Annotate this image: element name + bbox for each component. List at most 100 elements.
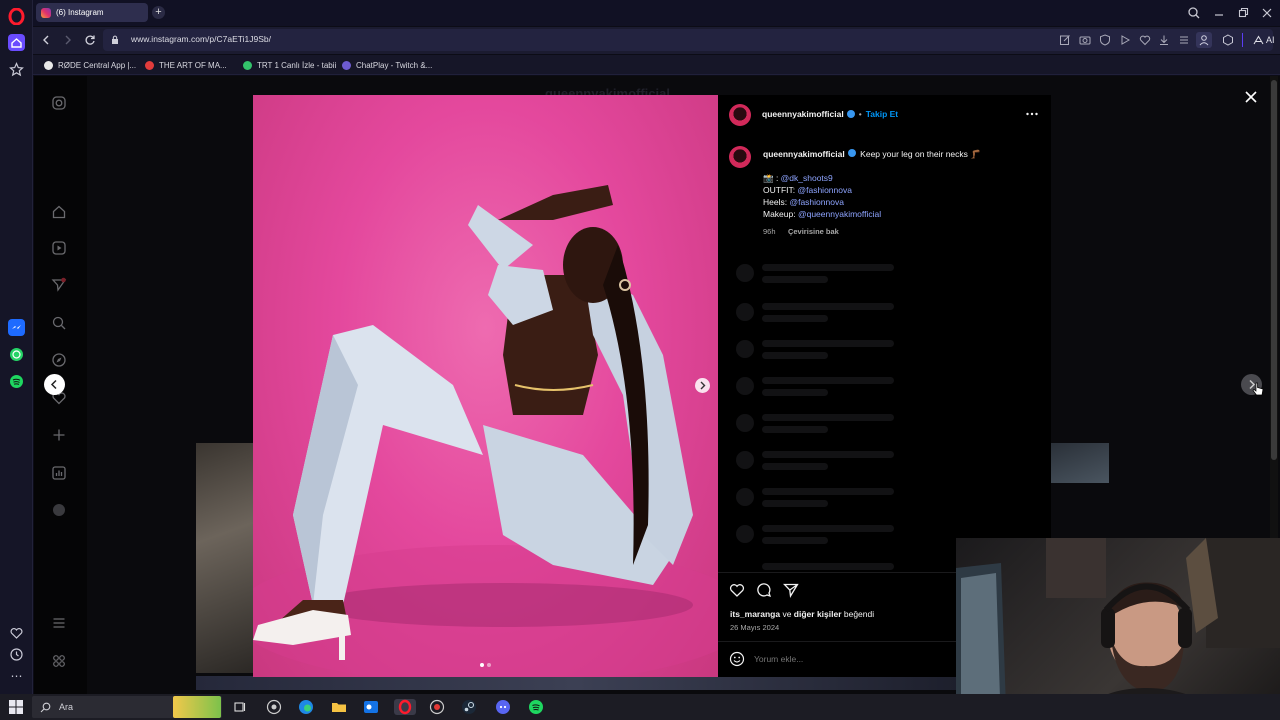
- create-plus-icon[interactable]: [51, 427, 67, 443]
- opera-taskbar-icon[interactable]: [394, 699, 416, 715]
- menu-lines-icon[interactable]: [1178, 34, 1190, 46]
- reload-icon[interactable]: [83, 33, 97, 47]
- more-sidebar-icon[interactable]: ⋯: [8, 668, 25, 685]
- search-icon: [40, 702, 51, 712]
- profile-icon[interactable]: [1196, 32, 1212, 48]
- bookmarks-star-icon[interactable]: [8, 61, 25, 78]
- more-menu-icon[interactable]: [51, 615, 67, 631]
- mention-link[interactable]: @queennyakimofficial: [798, 209, 881, 219]
- chrome-like-app-icon[interactable]: [266, 699, 282, 715]
- download-icon[interactable]: [1158, 34, 1170, 46]
- back-icon[interactable]: [39, 33, 53, 47]
- opera-sidebar: ⋯: [0, 0, 33, 694]
- restore-icon[interactable]: [1235, 5, 1251, 21]
- carousel-dot: [487, 663, 491, 667]
- bookmark-art-of-ma[interactable]: THE ART OF MA...: [145, 60, 227, 71]
- favorites-heart-icon[interactable]: [8, 625, 25, 642]
- url-field[interactable]: [103, 29, 1273, 51]
- close-window-icon[interactable]: [1259, 5, 1275, 21]
- dashboard-chart-icon[interactable]: [51, 465, 67, 481]
- also-from-meta-icon[interactable]: [51, 653, 67, 669]
- task-view-icon[interactable]: [232, 699, 248, 715]
- direct-messages-icon[interactable]: [51, 277, 67, 293]
- lock-icon[interactable]: [111, 35, 119, 44]
- aria-ai-button[interactable]: AI: [1253, 33, 1275, 47]
- caption-avatar[interactable]: [729, 146, 751, 168]
- comment-skeleton: [762, 488, 894, 495]
- post-image[interactable]: [253, 95, 718, 677]
- spotify-icon[interactable]: [8, 373, 25, 390]
- outlook-icon[interactable]: [363, 699, 379, 715]
- reels-icon[interactable]: [51, 240, 67, 256]
- previous-post-button[interactable]: [44, 374, 65, 395]
- url-text[interactable]: www.instagram.com/p/C7aETi1J9Sb/: [131, 34, 271, 44]
- camera-icon[interactable]: [1079, 34, 1091, 46]
- webcam-overlay: [956, 538, 1280, 720]
- comment-skeleton: [762, 352, 828, 359]
- mention-link[interactable]: @fashionnova: [797, 185, 851, 195]
- see-translation-link[interactable]: Çevirisine bak: [788, 227, 839, 236]
- bookmark-chatplay[interactable]: ChatPlay - Twitch &...: [342, 60, 432, 71]
- other-likers-link[interactable]: diğer kişiler: [794, 609, 842, 619]
- emoji-icon[interactable]: [729, 651, 745, 667]
- more-horizontal-icon[interactable]: [1025, 109, 1039, 119]
- background-post-thumbnail: [1051, 443, 1109, 483]
- history-clock-icon[interactable]: [8, 646, 25, 663]
- streamer-webcam-image: [956, 538, 1280, 720]
- scrollbar-thumb[interactable]: [1271, 80, 1277, 460]
- opera-logo-icon[interactable]: [8, 8, 25, 25]
- search-highlight-icon: [173, 696, 221, 718]
- messenger-icon[interactable]: [8, 319, 25, 336]
- new-tab-button[interactable]: +: [152, 6, 165, 19]
- comment-skeleton: [762, 525, 894, 532]
- likes-conjunction: ve: [780, 609, 794, 619]
- share-send-icon[interactable]: [783, 582, 799, 598]
- post-header: queennyakimofficial • Takip Et: [762, 109, 898, 119]
- extensions-cube-icon[interactable]: [1222, 34, 1234, 46]
- bookmark-trt1[interactable]: TRT 1 Canlı İzle - tabii: [243, 60, 336, 71]
- windows-start-icon[interactable]: [9, 700, 23, 714]
- home-icon[interactable]: [8, 34, 25, 51]
- follow-button[interactable]: Takip Et: [866, 109, 898, 119]
- instagram-logo-icon[interactable]: [51, 95, 67, 111]
- mention-link[interactable]: @dk_shoots9: [781, 173, 833, 183]
- author-username[interactable]: queennyakimofficial: [762, 109, 844, 119]
- edit-icon[interactable]: [1059, 34, 1071, 46]
- profile-avatar-icon[interactable]: [51, 502, 67, 518]
- home-icon[interactable]: [51, 204, 67, 220]
- author-avatar[interactable]: [729, 104, 751, 126]
- comment-skeleton: [762, 500, 828, 507]
- bookmark-rode[interactable]: RØDE Central App |...: [44, 60, 136, 71]
- model-photo-illustration: [253, 185, 718, 677]
- like-heart-icon[interactable]: [729, 582, 745, 598]
- recorder-app-icon[interactable]: [429, 699, 445, 715]
- heart-bookmark-icon[interactable]: [1139, 34, 1151, 46]
- mention-link[interactable]: @fashionnova: [789, 197, 843, 207]
- play-icon[interactable]: [1119, 34, 1131, 46]
- minimize-icon[interactable]: [1211, 5, 1227, 21]
- file-explorer-icon[interactable]: [331, 699, 347, 715]
- comment-bubble-icon[interactable]: [756, 582, 772, 598]
- likes-suffix: beğendi: [841, 609, 875, 619]
- whatsapp-icon[interactable]: [8, 346, 25, 363]
- credit-prefix: Heels:: [763, 197, 790, 207]
- search-tabs-icon[interactable]: [1186, 5, 1202, 21]
- comment-skeleton: [762, 303, 894, 310]
- edge-icon[interactable]: [298, 699, 314, 715]
- close-modal-icon[interactable]: [1243, 89, 1259, 105]
- discord-icon[interactable]: [495, 699, 511, 715]
- comment-input[interactable]: [754, 651, 949, 667]
- explore-compass-icon[interactable]: [51, 352, 67, 368]
- forward-icon[interactable]: [61, 33, 75, 47]
- spotify-taskbar-icon[interactable]: [528, 699, 544, 715]
- steam-icon[interactable]: [461, 699, 477, 715]
- search-icon[interactable]: [51, 315, 67, 331]
- shield-icon[interactable]: [1099, 34, 1111, 46]
- mouse-cursor-icon: [1252, 382, 1264, 396]
- caption-text: Keep your leg on their necks 🦵🏾: [860, 149, 981, 159]
- tab-instagram[interactable]: (6) Instagram: [36, 3, 148, 22]
- liker-username[interactable]: its_maranga: [730, 609, 780, 619]
- comment-skeleton: [762, 426, 828, 433]
- next-image-button[interactable]: [695, 378, 710, 393]
- caption-username[interactable]: queennyakimofficial: [763, 149, 845, 159]
